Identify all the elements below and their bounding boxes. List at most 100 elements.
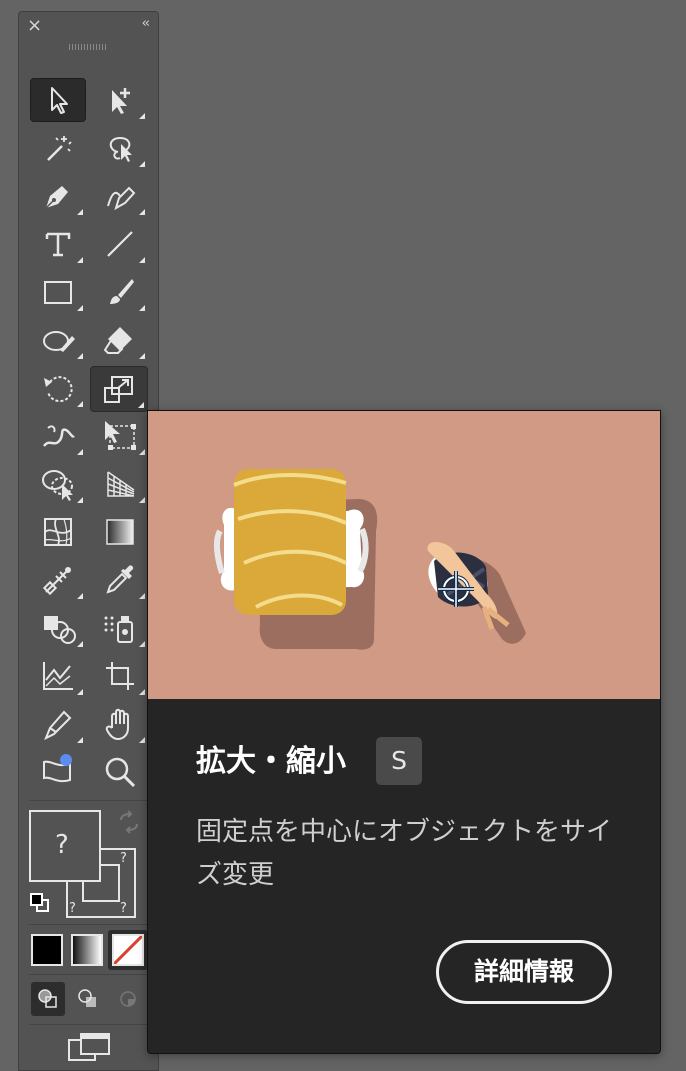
zoom-icon (105, 757, 136, 788)
color-mode-button[interactable] (31, 934, 63, 966)
draw-behind-button[interactable] (71, 982, 105, 1016)
more-tools-indicator (139, 353, 145, 359)
more-tools-indicator (77, 305, 83, 311)
more-tools-indicator (77, 737, 83, 743)
width-tool-button[interactable] (30, 414, 86, 458)
rotate-tool-button[interactable] (30, 366, 86, 410)
lasso-tool-button[interactable] (92, 126, 148, 170)
selection-tool-button[interactable] (30, 78, 86, 122)
more-tools-indicator (139, 641, 145, 647)
default-fill-stroke-icon[interactable] (29, 892, 51, 914)
shape-builder-tool-button[interactable] (30, 462, 86, 506)
toolbar-edit-icon (43, 754, 72, 783)
shortcut-key-badge: S (376, 737, 422, 785)
separator (29, 800, 147, 801)
more-tools-indicator (77, 689, 83, 695)
lasso-icon (109, 136, 132, 162)
tool-tooltip: 拡大・縮小 S 固定点を中心にオブジェクトをサイズ変更 詳細情報 (147, 410, 661, 1054)
shaper-tool-button[interactable] (30, 318, 86, 362)
draw-inside-icon (120, 991, 136, 1007)
eyedropper-tool-button[interactable] (92, 558, 148, 602)
edit-toolbar-button[interactable] (30, 750, 86, 794)
pen-icon (45, 186, 68, 209)
more-tools-indicator (139, 449, 145, 455)
type-tool-button[interactable] (30, 222, 86, 266)
graph-icon (43, 662, 73, 690)
direct-selection-plus-icon (112, 88, 130, 114)
fill-swatch[interactable]: ? (29, 810, 101, 882)
more-tools-indicator (139, 113, 145, 119)
hand-tool-button[interactable] (92, 702, 148, 746)
separator (29, 924, 147, 925)
artboard-tool-button[interactable] (92, 654, 148, 698)
column-graph-tool-button[interactable] (30, 654, 86, 698)
direct-selection-tool-button[interactable] (92, 78, 148, 122)
eraser-tool-button[interactable] (92, 318, 148, 362)
none-mode-button[interactable] (112, 934, 144, 966)
brush-icon (110, 279, 134, 304)
eyedropper-icon (106, 565, 134, 594)
draw-behind-icon (78, 989, 96, 1007)
blend-tool-button[interactable] (30, 558, 86, 602)
pen-tool-button[interactable] (30, 174, 86, 218)
zoom-tool-button[interactable] (92, 750, 148, 794)
fill-unknown-mark: ? (55, 830, 69, 860)
live-paint-bucket-tool-button[interactable] (30, 606, 86, 650)
more-tools-indicator (77, 353, 83, 359)
stroke-unknown-mark-3: ? (69, 901, 76, 916)
learn-more-button[interactable]: 詳細情報 (436, 940, 612, 1004)
line-segment-tool-button[interactable] (92, 222, 148, 266)
shaper-icon (43, 331, 75, 352)
free-transform-tool-button[interactable] (92, 414, 148, 458)
magic-wand-tool-button[interactable] (30, 126, 86, 170)
magic-wand-icon (47, 136, 72, 161)
perspective-grid-icon (107, 471, 135, 497)
live-paint-icon (44, 616, 76, 644)
more-tools-indicator (77, 497, 83, 503)
separator (29, 974, 147, 975)
mesh-tool-button[interactable] (30, 510, 86, 554)
tools-panel: × ‹‹ ? ? ? ? (18, 11, 159, 1071)
slice-tool-button[interactable] (30, 702, 86, 746)
more-tools-indicator (139, 305, 145, 311)
perspective-grid-tool-button[interactable] (92, 462, 148, 506)
tooltip-illustration (148, 411, 660, 699)
more-tools-indicator (139, 689, 145, 695)
draw-normal-button[interactable] (31, 982, 65, 1016)
draw-inside-button[interactable] (111, 982, 145, 1016)
symbol-sprayer-tool-button[interactable] (92, 606, 148, 650)
sushi-scale-illustration (213, 469, 526, 650)
more-tools-indicator (139, 497, 145, 503)
type-icon (45, 232, 71, 257)
selection-arrow-icon (51, 87, 68, 114)
stroke-unknown-mark: ? (120, 851, 127, 866)
panel-header: × ‹‹ (19, 12, 158, 50)
gradient-tool-button[interactable] (92, 510, 148, 554)
blend-icon (42, 567, 71, 596)
symbol-sprayer-icon (104, 616, 133, 643)
gradient-mode-button[interactable] (71, 934, 103, 966)
paintbrush-tool-button[interactable] (92, 270, 148, 314)
rectangle-tool-button[interactable] (30, 270, 86, 314)
curvature-tool-button[interactable] (92, 174, 148, 218)
rotate-icon (44, 376, 73, 403)
rectangle-icon (44, 281, 72, 304)
close-icon[interactable]: × (27, 17, 42, 35)
panel-grip-handle[interactable] (69, 44, 107, 50)
swap-fill-stroke-icon[interactable] (117, 810, 141, 834)
hand-icon (105, 708, 129, 740)
more-tools-indicator (77, 449, 83, 455)
more-tools-indicator (139, 209, 145, 215)
collapse-panel-icon[interactable]: ‹‹ (142, 16, 151, 31)
line-icon (107, 231, 133, 257)
more-tools-indicator (138, 402, 144, 408)
more-tools-indicator (77, 641, 83, 647)
mesh-icon (44, 518, 72, 546)
more-tools-indicator (77, 209, 83, 215)
scale-icon (104, 376, 133, 403)
separator (29, 1024, 147, 1025)
more-tools-indicator (139, 593, 145, 599)
scale-tool-button[interactable] (90, 366, 148, 412)
tooltip-title: 拡大・縮小 (196, 744, 346, 779)
more-tools-indicator (139, 161, 145, 167)
